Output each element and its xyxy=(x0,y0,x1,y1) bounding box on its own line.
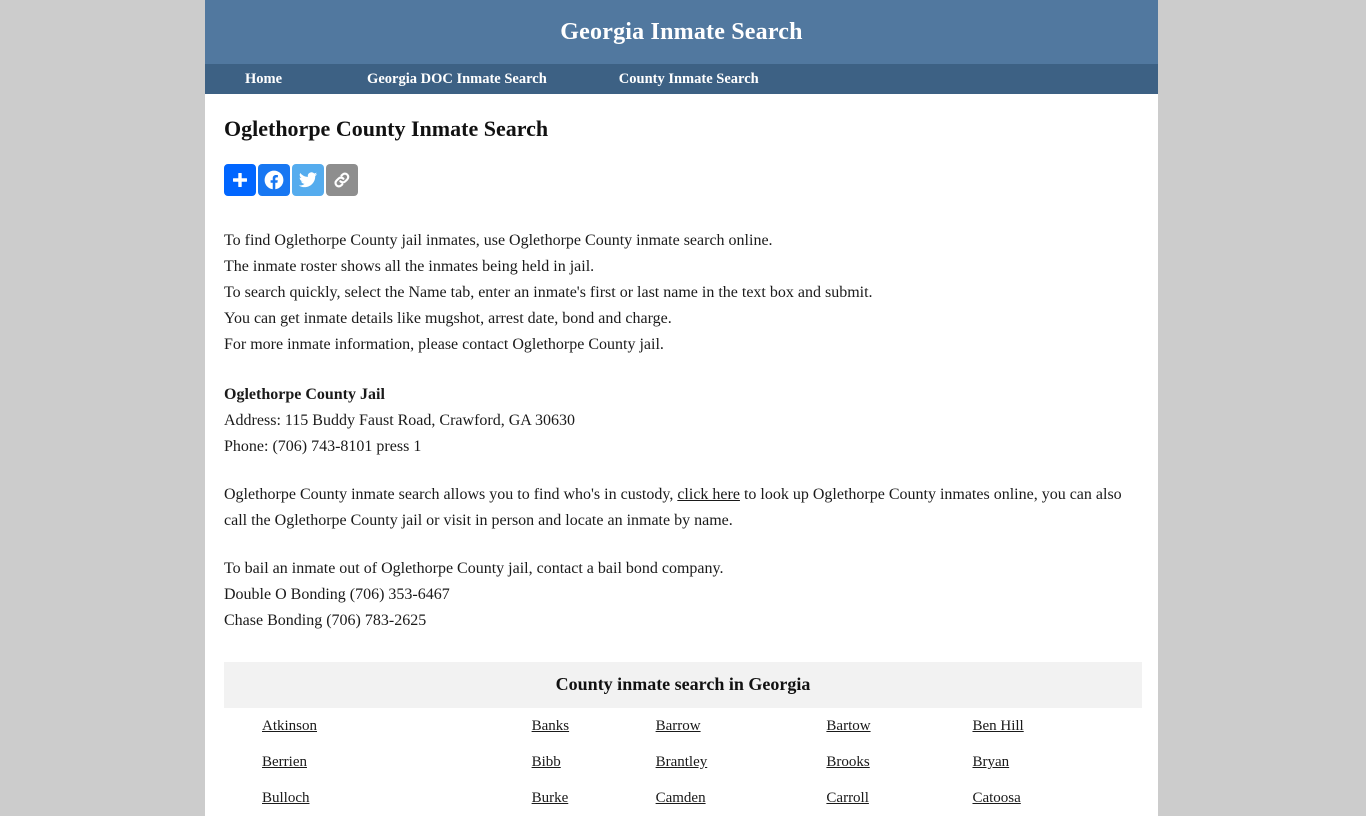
bail-company: Chase Bonding (706) 783-2625 xyxy=(224,612,427,629)
jail-info-block: Oglethorpe County Jail Address: 115 Budd… xyxy=(224,382,1139,460)
twitter-icon xyxy=(298,172,318,188)
county-link-banks[interactable]: Banks xyxy=(532,718,570,734)
site-title: Georgia Inmate Search xyxy=(560,18,803,45)
share-button[interactable] xyxy=(224,164,256,196)
table-cell: Camden xyxy=(656,780,827,816)
copy-link-button[interactable] xyxy=(326,164,358,196)
table-cell: Banks xyxy=(532,708,656,744)
site-header: Georgia Inmate Search xyxy=(205,0,1158,64)
main-content: Oglethorpe County Inmate Search To find … xyxy=(205,116,1158,816)
county-link-camden[interactable]: Camden xyxy=(656,790,706,806)
table-cell: Carroll xyxy=(826,780,972,816)
table-cell: Berrien xyxy=(224,744,532,780)
table-cell: Bulloch xyxy=(224,780,532,816)
facebook-icon xyxy=(264,170,284,191)
click-here-link[interactable]: click here xyxy=(677,486,740,503)
jail-address: Address: 115 Buddy Faust Road, Crawford,… xyxy=(224,412,575,429)
county-inmate-search-table: County inmate search in Georgia Atkinson… xyxy=(224,662,1142,816)
county-link-ben-hill[interactable]: Ben Hill xyxy=(972,718,1023,734)
county-link-bartow[interactable]: Bartow xyxy=(826,718,870,734)
intro-line: To search quickly, select the Name tab, … xyxy=(224,284,873,301)
intro-block: To find Oglethorpe County jail inmates, … xyxy=(224,228,1139,358)
intro-line: For more inmate information, please cont… xyxy=(224,336,664,353)
custody-block: Oglethorpe County inmate search allows y… xyxy=(224,482,1139,534)
nav-item-county-inmate-search[interactable]: County Inmate Search xyxy=(619,71,759,88)
table-cell: Atkinson xyxy=(224,708,532,744)
main-navigation: Home Georgia DOC Inmate Search County In… xyxy=(205,64,1158,94)
bail-block: To bail an inmate out of Oglethorpe Coun… xyxy=(224,556,1139,634)
plus-icon xyxy=(233,173,247,187)
table-cell: Bryan xyxy=(972,744,1142,780)
table-row: Berrien Bibb Brantley Brooks Bryan xyxy=(224,744,1142,780)
county-link-barrow[interactable]: Barrow xyxy=(656,718,701,734)
table-cell: Bartow xyxy=(826,708,972,744)
table-cell: Catoosa xyxy=(972,780,1142,816)
county-link-catoosa[interactable]: Catoosa xyxy=(972,790,1020,806)
page-root: Georgia Inmate Search Home Georgia DOC I… xyxy=(0,0,1366,816)
jail-phone: Phone: (706) 743-8101 press 1 xyxy=(224,438,422,455)
county-link-carroll[interactable]: Carroll xyxy=(826,790,869,806)
county-table-caption: County inmate search in Georgia xyxy=(224,662,1142,708)
content-container: Georgia Inmate Search Home Georgia DOC I… xyxy=(205,0,1158,816)
intro-line: To find Oglethorpe County jail inmates, … xyxy=(224,232,773,249)
county-table-body: Atkinson Banks Barrow Bartow Ben Hill Be… xyxy=(224,708,1142,816)
custody-text-before: Oglethorpe County inmate search allows y… xyxy=(224,486,678,503)
table-row: Bulloch Burke Camden Carroll Catoosa xyxy=(224,780,1142,816)
bail-intro: To bail an inmate out of Oglethorpe Coun… xyxy=(224,560,724,577)
page-title: Oglethorpe County Inmate Search xyxy=(224,116,549,141)
bail-company: Double O Bonding (706) 353-6467 xyxy=(224,586,450,603)
intro-line: The inmate roster shows all the inmates … xyxy=(224,258,595,275)
jail-name: Oglethorpe County Jail xyxy=(224,386,385,403)
table-row: Atkinson Banks Barrow Bartow Ben Hill xyxy=(224,708,1142,744)
table-cell: Barrow xyxy=(656,708,827,744)
county-link-burke[interactable]: Burke xyxy=(532,790,569,806)
table-cell: Burke xyxy=(532,780,656,816)
intro-line: You can get inmate details like mugshot,… xyxy=(224,310,672,327)
table-cell: Bibb xyxy=(532,744,656,780)
twitter-share-button[interactable] xyxy=(292,164,324,196)
table-cell: Ben Hill xyxy=(972,708,1142,744)
share-button-row xyxy=(224,164,1139,196)
facebook-share-button[interactable] xyxy=(258,164,290,196)
county-link-atkinson[interactable]: Atkinson xyxy=(262,718,317,734)
nav-item-home[interactable]: Home xyxy=(245,71,282,88)
county-link-bulloch[interactable]: Bulloch xyxy=(262,790,310,806)
link-icon xyxy=(334,172,350,188)
nav-item-georgia-doc-inmate-search[interactable]: Georgia DOC Inmate Search xyxy=(367,71,547,88)
table-cell: Brooks xyxy=(826,744,972,780)
table-cell: Brantley xyxy=(656,744,827,780)
custody-paragraph: Oglethorpe County inmate search allows y… xyxy=(224,482,1139,534)
